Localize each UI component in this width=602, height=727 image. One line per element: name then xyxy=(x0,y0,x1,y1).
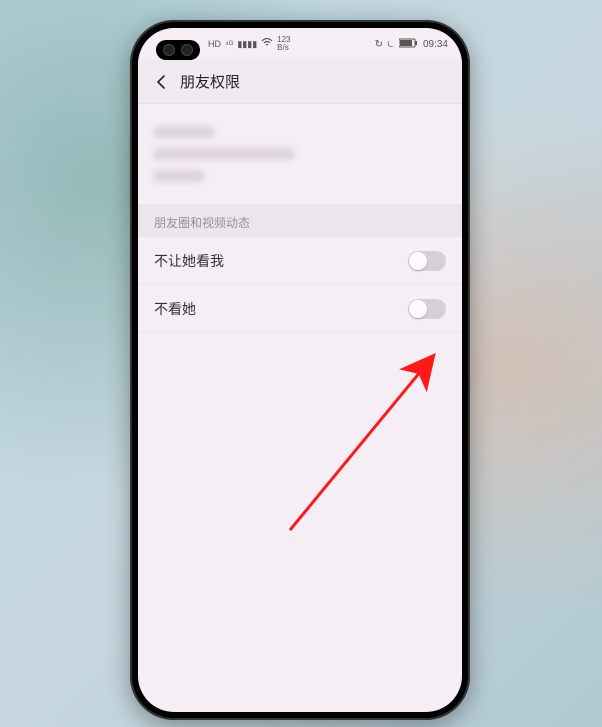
blurred-line xyxy=(154,126,214,138)
phone-frame: HD ⁴ᴳ ▮▮▮▮ 123B/s ↻ ⏾ 09:34 xyxy=(130,20,470,720)
toggle-knob xyxy=(409,252,427,270)
net-speed: 123B/s xyxy=(277,36,290,52)
hd-icon: HD xyxy=(208,39,221,49)
toggle-hide-her-posts[interactable] xyxy=(408,299,446,319)
page-title: 朋友权限 xyxy=(180,71,240,92)
page-header: 朋友权限 xyxy=(138,60,462,104)
back-button[interactable] xyxy=(148,68,176,96)
section-header-moments: 朋友圈和视频动态 xyxy=(138,204,462,237)
status-left: HD ⁴ᴳ ▮▮▮▮ 123B/s xyxy=(208,36,291,52)
row-label: 不看她 xyxy=(154,299,196,319)
status-right: ↻ ⏾ 09:34 xyxy=(375,38,448,51)
row-label: 不让她看我 xyxy=(154,251,224,271)
alarm-icon: ⏾ xyxy=(387,39,395,50)
toggle-hide-my-posts[interactable] xyxy=(408,251,446,271)
blurred-line xyxy=(154,170,204,182)
blurred-line xyxy=(154,148,294,160)
phone-screen: HD ⁴ᴳ ▮▮▮▮ 123B/s ↻ ⏾ 09:34 xyxy=(138,28,462,712)
blurred-section xyxy=(138,104,462,204)
battery-icon xyxy=(399,38,419,51)
row-hide-her-posts[interactable]: 不看她 xyxy=(138,285,462,333)
signal-icon: ⁴ᴳ xyxy=(225,39,233,49)
row-hide-my-posts[interactable]: 不让她看我 xyxy=(138,237,462,285)
signal-bars-icon: ▮▮▮▮ xyxy=(237,39,257,50)
clock-time: 09:34 xyxy=(423,39,448,50)
toggle-knob xyxy=(409,300,427,318)
sync-icon: ↻ xyxy=(375,39,383,50)
wifi-icon xyxy=(261,38,273,50)
camera-punch-hole xyxy=(156,40,200,60)
chevron-left-icon xyxy=(154,74,170,90)
